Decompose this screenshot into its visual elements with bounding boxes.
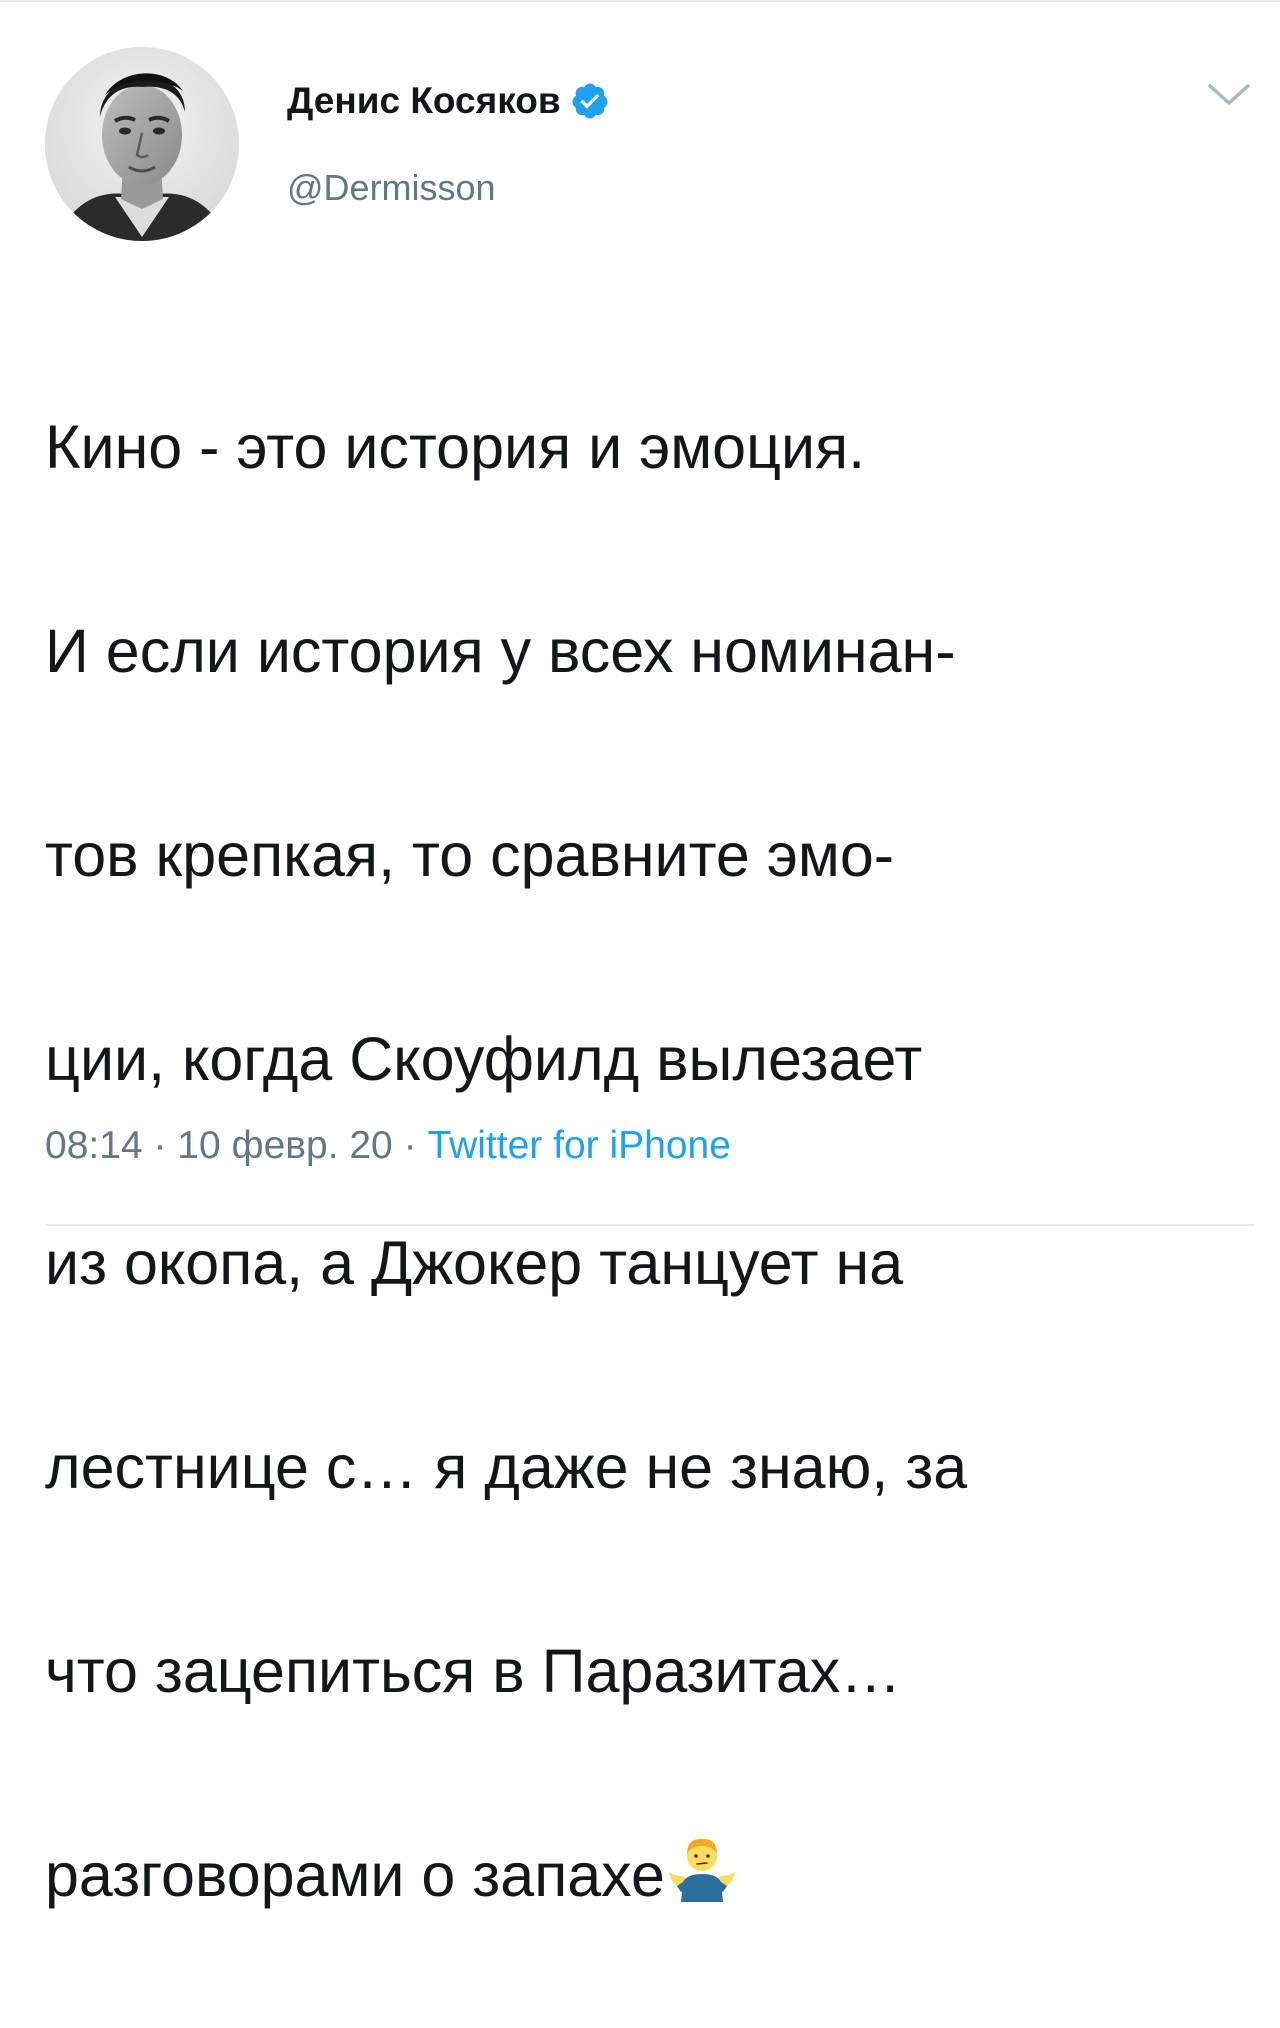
- tweet-source-link[interactable]: Twitter for iPhone: [427, 1124, 730, 1167]
- verified-badge-icon: [570, 81, 610, 121]
- author-name-row[interactable]: Денис Косяков: [287, 74, 610, 128]
- top-divider: [0, 0, 1280, 2]
- tweet-text-line: из окопа, а Джокер танцует на: [45, 1229, 904, 1297]
- tweet-date: 10 февр. 20: [177, 1124, 393, 1167]
- chevron-down-icon[interactable]: [1207, 82, 1251, 108]
- tweet-meta: 08:14 · 10 февр. 20 · Twitter for iPhone: [45, 1124, 731, 1168]
- avatar-photo: [45, 47, 239, 241]
- avatar[interactable]: [45, 47, 239, 241]
- bottom-divider: [45, 1224, 1255, 1226]
- meta-separator: ·: [153, 1124, 167, 1167]
- tweet-text-line: разговорами о запахе: [45, 1841, 665, 1909]
- display-name[interactable]: Денис Косяков: [287, 80, 561, 122]
- person-shrugging-icon: [667, 1830, 737, 1902]
- meta-separator: ·: [403, 1124, 417, 1167]
- tweet-text-line: что зацепиться в Паразитах…: [45, 1637, 902, 1705]
- tweet-text-line: лестнице с… я даже не знаю, за: [45, 1433, 968, 1501]
- tweet-text-last-line: разговорами о запахе: [45, 1824, 1265, 1926]
- tweet-time: 08:14: [45, 1124, 143, 1167]
- tweet-text-line: Кино - это история и эмоция.: [45, 413, 866, 481]
- tweet-text-line: И если история у всех номинан-: [45, 617, 956, 685]
- tweet-text-line: тов крепкая, то сравните эмо-: [45, 821, 895, 889]
- tweet-text-line: ции, когда Скоуфилд вылезает: [45, 1025, 923, 1093]
- author-handle[interactable]: @Dermisson: [287, 167, 496, 209]
